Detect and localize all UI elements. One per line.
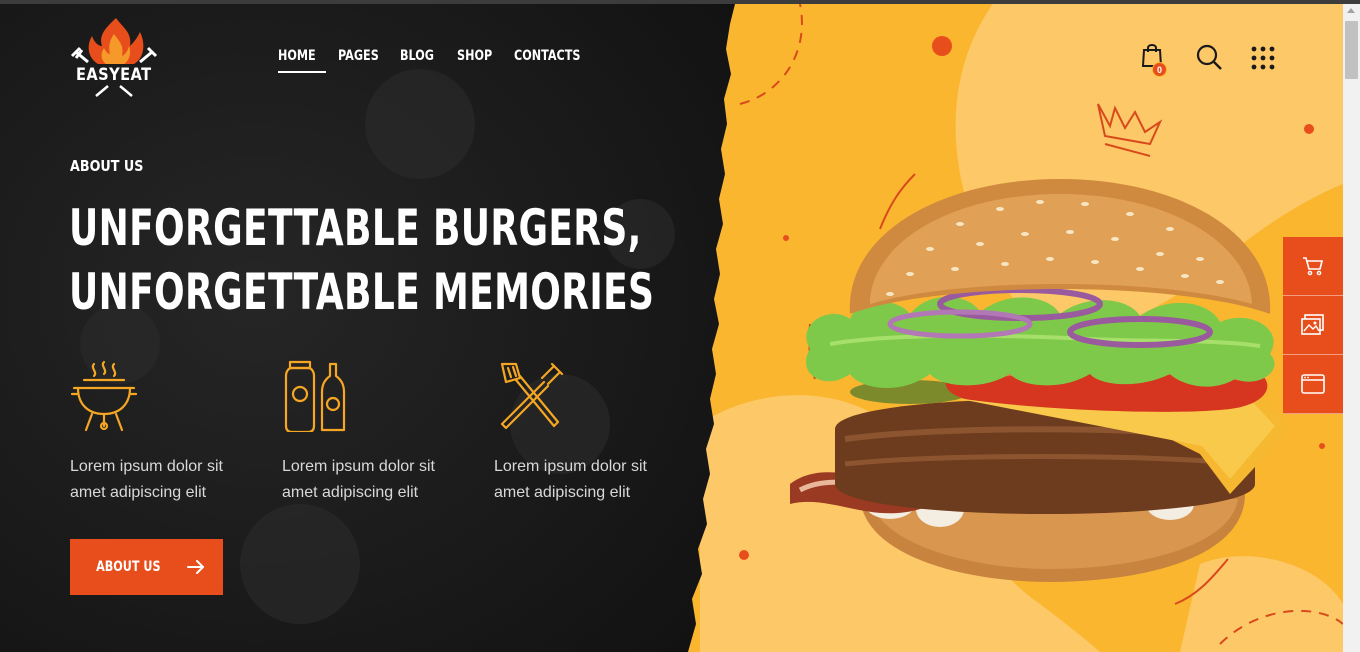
headline-line-2: UNFORGETTABLE MEMORIES	[69, 263, 655, 321]
feature-3-line-2: amet adipiscing elit	[494, 484, 631, 501]
hero-headline: UNFORGETTABLE BURGERS, UNFORGETTABLE MEM…	[69, 196, 654, 324]
arrow-right-icon	[186, 560, 204, 574]
feature-item: Lorem ipsum dolor sit amet adipiscing el…	[70, 360, 260, 506]
nav-home[interactable]: HOME	[278, 48, 326, 73]
feature-item: Lorem ipsum dolor sit amet adipiscing el…	[282, 360, 472, 506]
side-gallery-button[interactable]	[1283, 296, 1343, 355]
grid-menu-icon[interactable]	[1251, 46, 1275, 70]
scroll-up-arrow-icon[interactable]	[1347, 8, 1355, 13]
section-eyebrow: ABOUT US	[70, 157, 144, 175]
side-tools	[1283, 237, 1343, 414]
gallery-icon	[1301, 314, 1324, 335]
vertical-scrollbar[interactable]	[1343, 4, 1360, 652]
about-us-button-label: ABOUT US	[96, 559, 161, 575]
side-cart-button[interactable]	[1283, 237, 1343, 296]
about-us-button[interactable]: ABOUT US	[70, 539, 223, 595]
brand-logo[interactable]	[68, 14, 160, 104]
feature-2-line-2: amet adipiscing elit	[282, 484, 419, 501]
hero-section: EASYEAT HOME PAGES BLOG SHOP CONTACTS 0 …	[0, 4, 1343, 652]
scrollbar-thumb[interactable]	[1345, 21, 1358, 79]
search-icon[interactable]	[1196, 44, 1223, 71]
headline-line-1: UNFORGETTABLE BURGERS,	[69, 199, 642, 257]
sauce-bottles-icon	[284, 360, 346, 432]
cart-count-badge: 0	[1152, 62, 1167, 77]
brand-name: EASYEAT	[76, 65, 152, 85]
feature-1-line-1: Lorem ipsum dolor sit	[70, 458, 223, 475]
side-window-button[interactable]	[1283, 355, 1343, 414]
nav-shop[interactable]: SHOP	[457, 48, 503, 64]
nav-contacts[interactable]: CONTACTS	[514, 48, 586, 64]
feature-2-line-1: Lorem ipsum dolor sit	[282, 458, 435, 475]
cart-icon	[1303, 257, 1324, 276]
browser-window-icon	[1301, 374, 1325, 394]
nav-pages[interactable]: PAGES	[338, 48, 388, 64]
feature-3-line-1: Lorem ipsum dolor sit	[494, 458, 647, 475]
nav-blog[interactable]: BLOG	[400, 48, 446, 64]
grill-icon	[70, 360, 138, 432]
feature-item: Lorem ipsum dolor sit amet adipiscing el…	[494, 360, 684, 506]
spatula-fork-icon	[500, 362, 564, 430]
main-nav: HOME PAGES BLOG SHOP CONTACTS	[278, 48, 604, 73]
feature-1-line-2: amet adipiscing elit	[70, 484, 207, 501]
